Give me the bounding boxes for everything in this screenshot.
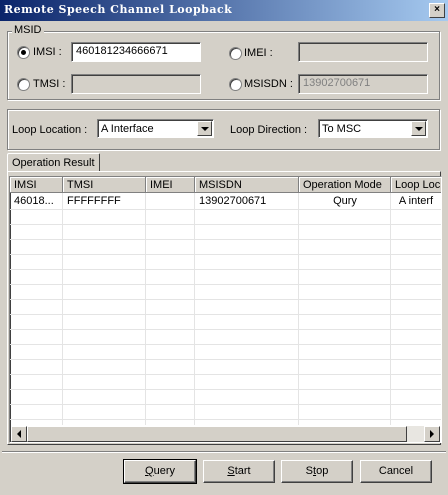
- start-label-post: tart: [234, 465, 251, 477]
- button-separator: [2, 451, 446, 453]
- query-label-mnemonic: Q: [145, 465, 154, 477]
- grid-row-line: [10, 269, 441, 270]
- stop-label-pre: S: [305, 465, 314, 477]
- cell-tmsi: FFFFFFFF: [67, 195, 121, 207]
- loop-direction-label: Loop Direction :: [230, 124, 308, 136]
- loop-direction-value: To MSC: [322, 123, 362, 135]
- radio-selected-dot: [21, 50, 26, 55]
- query-button[interactable]: Query: [123, 459, 197, 484]
- stop-label-post: op: [316, 465, 329, 477]
- tmsi-label: TMSI :: [33, 78, 66, 90]
- loop-location-label: Loop Location :: [12, 124, 88, 136]
- grid-row-line: [10, 419, 441, 420]
- tab-operation-result[interactable]: Operation Result: [7, 153, 100, 172]
- msisdn-label: MSISDN :: [244, 78, 293, 90]
- grid-row-line: [10, 254, 441, 255]
- column-header-msisdn[interactable]: MSISDN: [195, 177, 299, 193]
- tmsi-field[interactable]: [71, 74, 201, 94]
- scroll-left-button[interactable]: [11, 426, 27, 442]
- cell-loop-location: A interf: [398, 195, 434, 207]
- grid-column-line: [298, 193, 299, 425]
- close-button[interactable]: ×: [429, 3, 445, 18]
- cell-msisdn: 13902700671: [199, 195, 267, 207]
- loop-direction-select[interactable]: To MSC: [318, 119, 428, 138]
- title-bar: Remote Speech Channel Loopback ×: [0, 0, 448, 21]
- chevron-down-icon[interactable]: [411, 121, 426, 136]
- grid-row-line: [10, 329, 441, 330]
- chevron-down-icon[interactable]: [197, 121, 212, 136]
- scroll-right-button[interactable]: [424, 426, 440, 442]
- results-table[interactable]: IMSI TMSI IMEI MSISDN Operation Mode Loo…: [9, 176, 442, 443]
- arrow-right-icon: [430, 430, 434, 438]
- grid-column-line: [390, 193, 391, 425]
- column-header-loop-location[interactable]: Loop Loc: [391, 177, 441, 193]
- grid-row-line: [10, 404, 441, 405]
- grid-column-line: [62, 193, 63, 425]
- imei-radio[interactable]: [229, 47, 242, 60]
- column-header-imei[interactable]: IMEI: [146, 177, 195, 193]
- grid-column-line: [145, 193, 146, 425]
- column-header-operation-mode[interactable]: Operation Mode: [299, 177, 391, 193]
- msisdn-field[interactable]: 13902700671: [298, 74, 428, 94]
- cell-imei: [146, 194, 195, 196]
- msisdn-radio[interactable]: [229, 78, 242, 91]
- start-button[interactable]: Start: [203, 460, 275, 483]
- cell-operation-mode: Qury: [333, 195, 357, 207]
- query-label-post: uery: [153, 465, 175, 477]
- grid-row-line: [10, 374, 441, 375]
- cell-imsi: 46018...: [14, 195, 54, 207]
- grid-row-line: [10, 239, 441, 240]
- window-title: Remote Speech Channel Loopback: [4, 3, 233, 16]
- column-header-tmsi[interactable]: TMSI: [63, 177, 146, 193]
- arrow-left-icon: [17, 430, 21, 438]
- grid-row-line: [10, 389, 441, 390]
- grid-row-line: [10, 314, 441, 315]
- cancel-button[interactable]: Cancel: [360, 460, 432, 483]
- grid-row-line: [10, 224, 441, 225]
- grid-row-line: [10, 284, 441, 285]
- tmsi-radio[interactable]: [17, 78, 30, 91]
- loop-location-value: A Interface: [101, 123, 154, 135]
- imei-field[interactable]: [298, 42, 428, 62]
- start-label-mnemonic: S: [227, 465, 235, 477]
- imsi-radio[interactable]: [17, 46, 30, 59]
- msid-legend: MSID: [12, 24, 44, 36]
- imsi-field[interactable]: 460181234666671: [71, 42, 201, 62]
- grid-row-line: [10, 344, 441, 345]
- imei-label: IMEI :: [244, 47, 273, 59]
- scroll-thumb[interactable]: [27, 426, 407, 442]
- grid-row-line: [10, 299, 441, 300]
- imsi-label: IMSI :: [33, 46, 62, 58]
- grid-row-line: [10, 359, 441, 360]
- column-header-imsi[interactable]: IMSI: [10, 177, 63, 193]
- loop-location-select[interactable]: A Interface: [97, 119, 214, 138]
- horizontal-scrollbar[interactable]: [11, 426, 440, 442]
- grid-row-line: [10, 209, 441, 210]
- grid-column-line: [194, 193, 195, 425]
- stop-button[interactable]: Stop: [281, 460, 353, 483]
